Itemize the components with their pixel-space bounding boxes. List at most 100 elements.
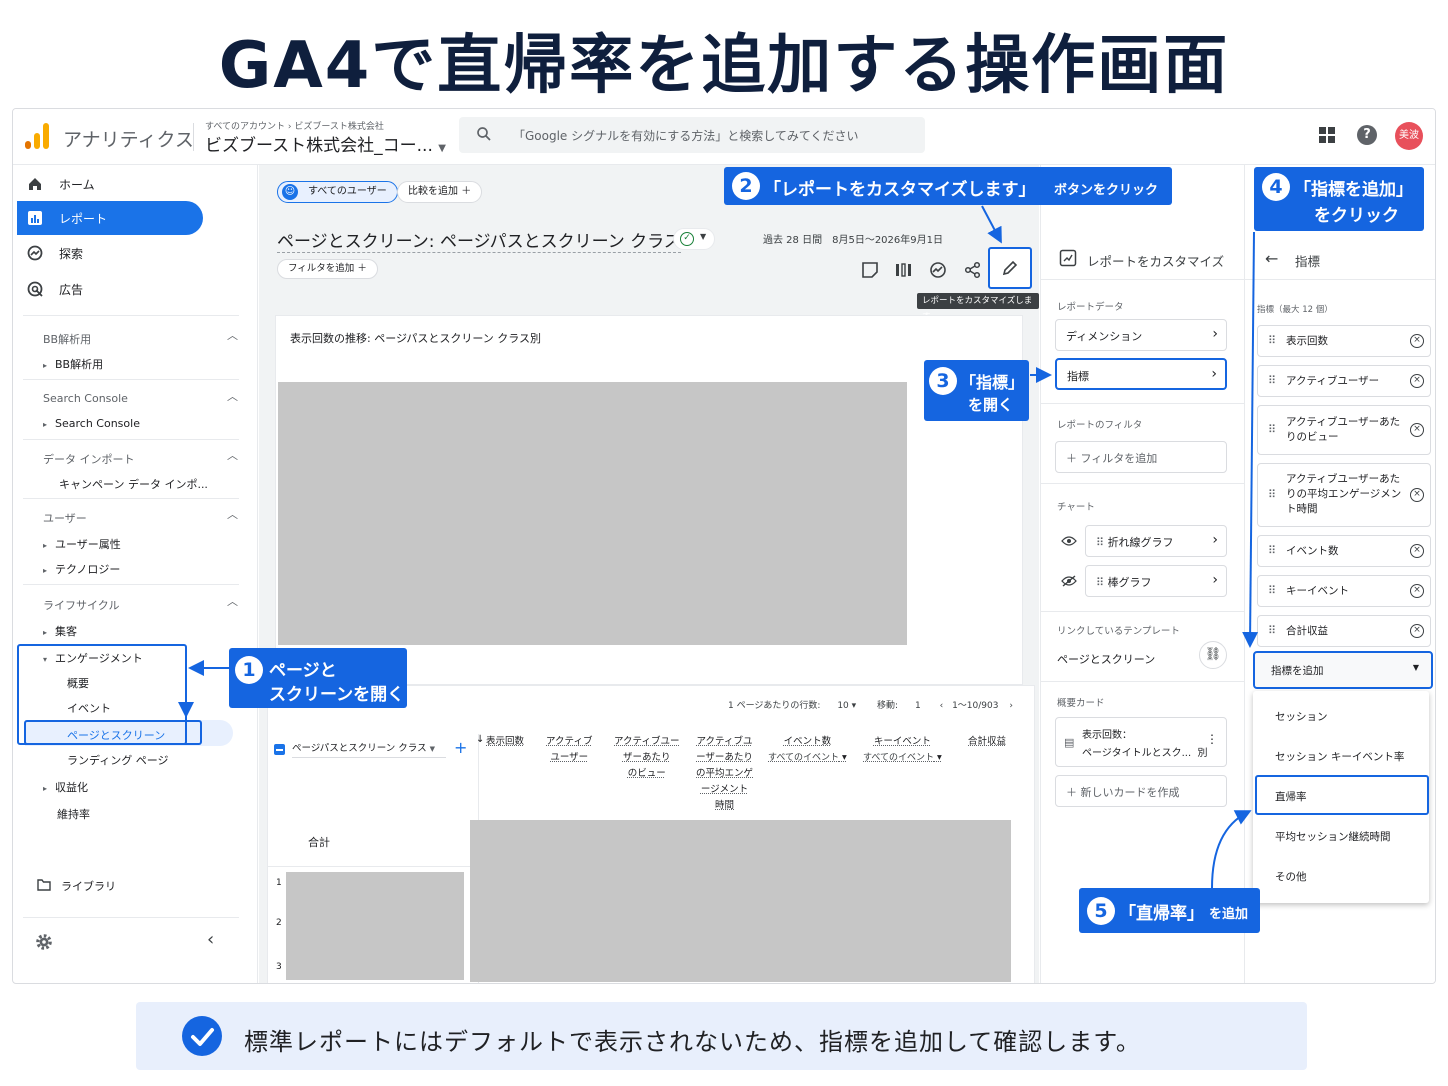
section-search-console-title[interactable]: Search Console [43,392,128,405]
drag-handle-icon: ⠿ [1268,488,1277,501]
menu-item-avg-session-duration[interactable]: 平均セッション継続時間 [1275,829,1391,844]
metric-item[interactable]: ⠿ 表示回数 × [1257,325,1431,357]
help-icon[interactable]: ? [1357,125,1377,145]
summary-card-item[interactable]: ▤ 表示回数： ページタイトルとスク... 別 ⋮ [1055,717,1227,767]
section-data-import-title[interactable]: データ インポート [43,451,135,467]
insights-icon[interactable] [929,261,947,279]
add-report-filter-button[interactable]: ＋ フィルタを追加 [1055,441,1227,473]
triangle-right-icon: ▸ [43,361,48,370]
menu-item-other[interactable]: その他 [1275,869,1307,884]
chevron-up-icon[interactable]: ︿ [227,593,238,609]
table-values-placeholder [470,820,1011,982]
share-icon[interactable] [964,261,982,279]
chevron-up-icon[interactable]: ︿ [227,327,238,343]
prev-page-icon[interactable]: ‹ [940,701,944,711]
settings-gear-icon[interactable] [35,933,53,951]
chevron-up-icon[interactable]: ︿ [227,447,238,463]
rows-per-page-label: 1 ページあたりの行数: [728,701,821,711]
bar-chart-row[interactable]: ⠿ 棒グラフ › [1085,565,1227,597]
metric-item[interactable]: ⠿ イベント数 × [1257,535,1431,567]
metrics-row[interactable]: 指標 › [1055,358,1227,390]
caret-down-icon: ▼ [438,143,446,154]
sidebar-item-monetization[interactable]: ▸ 収益化 [43,779,88,795]
nav-home[interactable]: ホーム [17,167,203,201]
avatar[interactable]: 美波 [1395,122,1423,150]
column-header-key-events[interactable]: キーイベント すべてのイベント ▾ [863,734,942,766]
sidebar-item-label: ユーザー属性 [55,538,121,551]
more-vert-icon[interactable]: ⋮ [1206,732,1218,746]
metric-item[interactable]: ⠿ アクティブユーザーあたりのビュー × [1257,405,1431,455]
back-arrow-icon[interactable]: ← [1265,249,1278,268]
chevron-up-icon[interactable]: ︿ [227,388,238,404]
column-header-views[interactable]: 表示回数 [486,734,524,750]
metric-item[interactable]: ⠿ アクティブユーザーあたりの平均エンゲージメント時間 × [1257,463,1431,527]
remove-icon[interactable]: × [1410,334,1424,348]
new-card-button[interactable]: ＋ 新しいカードを作成 [1055,775,1227,807]
metric-item[interactable]: ⠿ 合計収益 × [1257,615,1431,647]
column-header-total-revenue[interactable]: 合計収益 [968,734,1006,750]
sidebar-item-technology[interactable]: ▸ テクノロジー [43,561,120,577]
column-header-avg-engagement-time[interactable]: アクティブユ ーザーあたり の平均エンゲ ージメント 時間 [696,734,753,814]
menu-item-sessions[interactable]: セッション [1275,709,1328,724]
sidebar-item-demographics[interactable]: ▸ ユーザー属性 [43,536,121,552]
add-dimension-plus-icon[interactable]: + [454,738,467,757]
nav-reports[interactable]: レポート [17,201,203,235]
annotation-icon[interactable] [861,261,879,279]
section-bb-title[interactable]: BB解析用 [43,331,91,347]
remove-icon[interactable]: × [1410,423,1424,437]
section-lifecycle-title[interactable]: ライフサイクル [43,597,119,613]
date-range[interactable]: 過去 28 日間 8月5日〜2026年9月1日 [763,231,943,246]
all-users-chip[interactable]: ☺ すべてのユーザー [277,181,398,203]
metric-item[interactable]: ⠿ アクティブユーザー × [1257,365,1431,397]
goto-value[interactable]: 1 [915,701,921,711]
status-dropdown[interactable]: ✓ ▼ [673,228,715,250]
add-metric-dropdown[interactable]: 指標を追加 ▼ [1253,651,1433,689]
add-comparison-button[interactable]: 比較を追加 ＋ [397,181,483,203]
sidebar-item-bb[interactable]: ▸ BB解析用 [43,356,103,372]
collapse-chevron-icon[interactable]: ‹ [207,929,214,950]
section-user-title[interactable]: ユーザー [43,510,87,526]
user-icon: ☺ [282,184,298,200]
line-chart-row[interactable]: ⠿ 折れ線グラフ › [1085,525,1227,557]
next-page-icon[interactable]: › [1009,701,1013,711]
dimensions-row[interactable]: ディメンション › [1055,319,1227,351]
sidebar-item-library[interactable]: ライブラリ [37,878,116,894]
account-selector[interactable]: ビズブースト株式会社_コー... ▼ [205,131,446,156]
remove-icon[interactable]: × [1410,544,1424,558]
customize-report-button[interactable] [988,247,1032,289]
remove-icon[interactable]: × [1410,624,1424,638]
remove-icon[interactable]: × [1410,488,1424,502]
search-bar[interactable]: 「Google シグナルを有効にする方法」と検索してみてください [459,117,925,153]
menu-item-bounce-rate[interactable]: 直帰率 [1275,789,1307,804]
metric-item[interactable]: ⠿ キーイベント × [1257,575,1431,607]
remove-icon[interactable]: × [1410,584,1424,598]
remove-icon[interactable]: × [1410,374,1424,388]
eye-off-icon[interactable] [1061,575,1077,587]
select-all-checkbox[interactable] [274,744,285,755]
add-filter-button[interactable]: フィルタを追加 ＋ [277,259,378,279]
rows-per-page-select[interactable]: 10 ▾ [837,701,856,711]
apps-grid-icon[interactable] [1319,127,1335,143]
sidebar-item-landing-page[interactable]: ランディング ページ [67,752,169,768]
metric-item-label: アクティブユーザー [1286,375,1380,387]
column-header-event-count[interactable]: イベント数 すべてのイベント ▾ [768,734,847,766]
eye-icon[interactable] [1061,535,1077,547]
sidebar-item-campaign-import[interactable]: キャンペーン データ インポ... [59,476,208,492]
column-header-active-users[interactable]: アクティブ ユーザー [546,734,592,766]
sidebar-item-search-console[interactable]: ▸ Search Console [43,417,140,430]
compare-icon[interactable] [895,261,913,279]
dimension-select[interactable]: ページパスとスクリーン クラス ▼ [292,740,446,758]
nav-explore[interactable]: 探索 [17,236,203,270]
metrics-panel: ← 指標 指標（最大 12 個） ⠿ 表示回数 × ⠿ アクティブユーザー × ⠿ アクテ… [1244,165,1435,983]
unlink-icon[interactable]: ⛓ [1199,641,1227,669]
chevron-up-icon[interactable]: ︿ [227,506,238,522]
nav-advertising[interactable]: 広告 [17,272,203,306]
sidebar-item-retention[interactable]: 維持率 [57,806,90,822]
check-circle-icon [182,1016,222,1056]
sidebar-item-acquisition[interactable]: ▸ 集客 [43,623,77,639]
menu-item-session-key-event-rate[interactable]: セッション キーイベント率 [1275,749,1404,764]
linked-template-name: ページとスクリーン [1057,653,1156,666]
column-header-views-per-user[interactable]: アクティブユー ザーあたり のビュー [614,734,679,782]
add-report-filter-label: ＋ フィルタを追加 [1066,452,1158,465]
step-3-line1: 「指標」 [960,373,1025,392]
